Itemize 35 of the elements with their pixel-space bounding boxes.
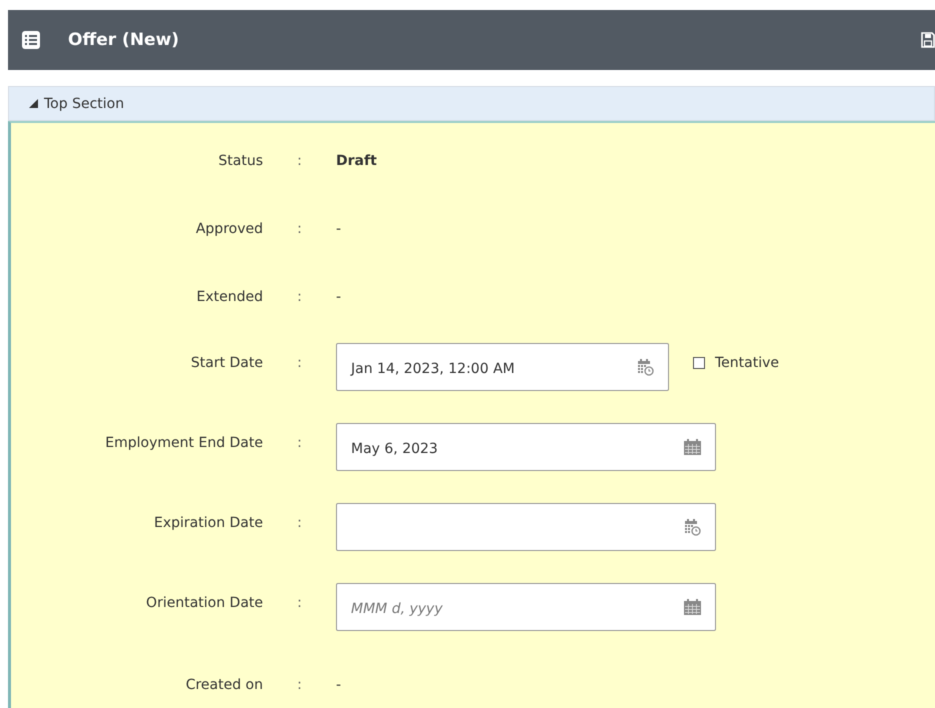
colon: : (296, 435, 303, 451)
colon: : (296, 355, 303, 371)
field-value: Draft (336, 153, 377, 169)
section-title: Top Section (44, 96, 124, 112)
date-field[interactable] (336, 503, 716, 551)
form-title: Offer (New) (68, 30, 180, 50)
date-field[interactable]: May 6, 2023 (336, 423, 716, 471)
field-label: Extended (196, 289, 263, 305)
field-value: - (336, 677, 342, 693)
colon: : (296, 221, 303, 237)
date-field[interactable]: MMM d, yyyy (336, 583, 716, 631)
field-label: Orientation Date (145, 595, 263, 611)
colon: : (296, 153, 303, 169)
section-header[interactable]: Top Section (8, 86, 935, 121)
calendar-clock-icon[interactable] (684, 518, 701, 536)
calendar-icon[interactable] (684, 439, 701, 455)
colon: : (296, 289, 303, 305)
calendar-clock-icon[interactable] (637, 358, 654, 376)
list-icon (22, 31, 40, 49)
field-label: Created on (184, 677, 263, 693)
tentative-checkbox[interactable]: Tentative (693, 355, 780, 371)
field-label: Employment End Date (104, 435, 263, 451)
calendar-icon[interactable] (684, 599, 701, 615)
field-value: - (336, 221, 342, 237)
date-field[interactable]: Jan 14, 2023, 12:00 AM (336, 343, 669, 391)
save-icon[interactable] (921, 32, 935, 48)
field-label: Status (217, 153, 263, 169)
field-value: - (336, 289, 342, 305)
field-label: Approved (194, 221, 263, 237)
colon: : (296, 515, 303, 531)
field-label: Start Date (190, 355, 263, 371)
colon: : (296, 677, 303, 693)
collapse-triangle-icon (29, 99, 38, 108)
colon: : (296, 595, 303, 611)
field-label: Expiration Date (153, 515, 263, 531)
